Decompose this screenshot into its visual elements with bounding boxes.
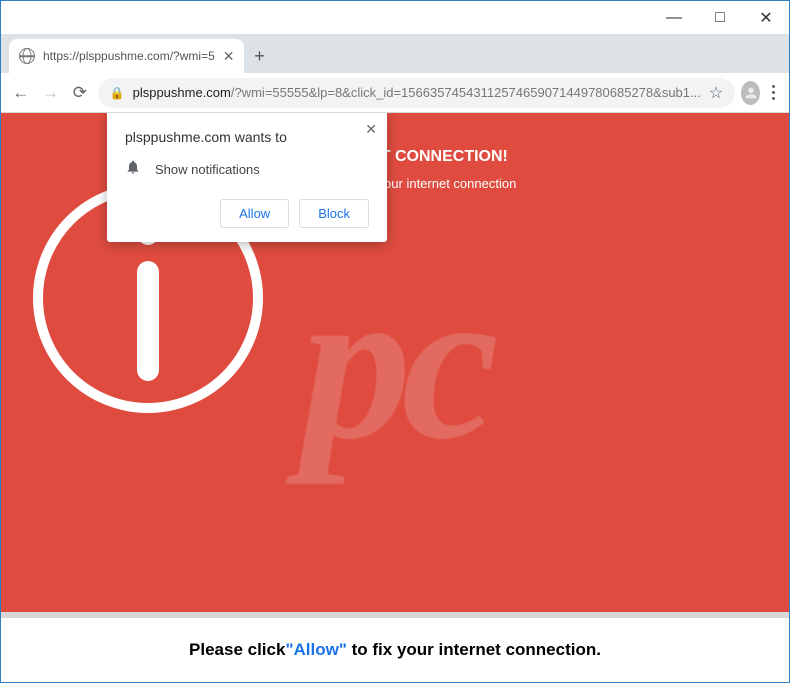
maximize-button[interactable]: □ xyxy=(697,1,743,34)
dialog-close-button[interactable]: ✕ xyxy=(365,121,377,138)
menu-button[interactable] xyxy=(766,85,781,100)
minimize-button[interactable]: — xyxy=(651,1,697,34)
block-button[interactable]: Block xyxy=(299,199,369,228)
url-domain: plsppushme.com xyxy=(133,85,231,100)
dialog-title: plsppushme.com wants to xyxy=(125,129,369,145)
address-bar[interactable]: 🔒 plsppushme.com/?wmi=55555&lp=8&click_i… xyxy=(98,78,736,108)
window-controls: — □ ✕ xyxy=(651,1,789,34)
globe-icon xyxy=(19,48,35,64)
new-tab-button[interactable]: + xyxy=(244,39,274,73)
url-path: /?wmi=55555&lp=8&click_id=15663574543112… xyxy=(231,85,701,100)
footer-text: Please click"Allow" to fix your internet… xyxy=(189,640,601,660)
url-text: plsppushme.com/?wmi=55555&lp=8&click_id=… xyxy=(133,85,701,100)
footer-suffix: to fix your internet connection. xyxy=(347,640,601,659)
forward-button[interactable]: → xyxy=(39,78,63,108)
lock-icon: 🔒 xyxy=(110,86,125,100)
notification-permission-dialog: ✕ plsppushme.com wants to Show notificat… xyxy=(107,113,387,242)
permission-label: Show notifications xyxy=(155,162,260,177)
browser-tab[interactable]: https://plsppushme.com/?wmi=5 ✕ xyxy=(9,39,244,73)
window-titlebar: — □ ✕ xyxy=(1,1,789,35)
close-window-button[interactable]: ✕ xyxy=(743,1,789,34)
person-icon xyxy=(743,85,759,101)
footer-allow: "Allow" xyxy=(285,640,346,659)
dialog-buttons: Allow Block xyxy=(125,199,369,228)
tab-close-button[interactable]: ✕ xyxy=(223,48,235,65)
tab-bar: https://plsppushme.com/?wmi=5 ✕ + xyxy=(1,35,789,73)
footer-prefix: Please click xyxy=(189,640,285,659)
tab-title: https://plsppushme.com/?wmi=5 xyxy=(43,49,215,63)
bookmark-star-icon[interactable]: ☆ xyxy=(709,83,723,103)
toolbar: ← → ⟳ 🔒 plsppushme.com/?wmi=55555&lp=8&c… xyxy=(1,73,789,113)
allow-button[interactable]: Allow xyxy=(220,199,289,228)
reload-button[interactable]: ⟳ xyxy=(68,78,92,108)
browser-window: — □ ✕ https://plsppushme.com/?wmi=5 ✕ + … xyxy=(0,0,790,683)
permission-row: Show notifications xyxy=(125,159,369,179)
bell-icon xyxy=(125,159,141,179)
back-button[interactable]: ← xyxy=(9,78,33,108)
profile-avatar[interactable] xyxy=(741,81,760,105)
footer-bar: Please click"Allow" to fix your internet… xyxy=(1,612,789,682)
page-content: pc NO INTERNET CONNECTION! click "Allow"… xyxy=(1,113,789,682)
watermark: pc xyxy=(301,236,489,489)
